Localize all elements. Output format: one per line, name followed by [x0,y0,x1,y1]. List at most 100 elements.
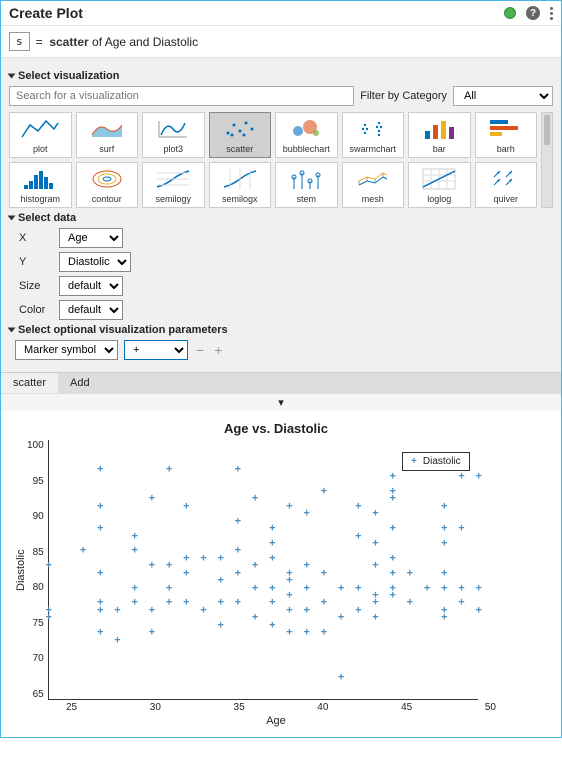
mesh-thumb-icon [345,165,402,193]
data-point: + [338,613,344,624]
data-point: + [269,598,275,609]
add-param-icon[interactable]: + [212,342,224,358]
help-icon[interactable]: ? [526,6,540,20]
collapse-toggle[interactable]: ▾ [1,393,561,411]
plot-thumb-icon [12,115,69,143]
viz-item-semilogy[interactable]: semilogy [142,162,205,208]
viz-item-bubblechart[interactable]: bubblechart [275,112,338,158]
data-point: + [407,598,413,609]
data-point: + [183,501,189,512]
disclosure-triangle-icon [8,328,16,333]
viz-item-histogram[interactable]: histogram [9,162,72,208]
status-indicator-icon [504,7,516,19]
data-point: + [269,539,275,550]
data-point: + [389,487,395,498]
data-point: + [97,524,103,535]
x-select[interactable]: Age [59,228,123,248]
disclosure-triangle-icon [8,216,16,221]
data-point: + [389,472,395,483]
tab-scatter[interactable]: scatter [1,373,58,393]
opt-param-name-select[interactable]: Marker symbol [15,340,118,360]
viz-item-stem[interactable]: stem [275,162,338,208]
data-point: + [97,501,103,512]
data-point: + [166,561,172,572]
data-point: + [80,546,86,557]
data-point: + [217,598,223,609]
data-point: + [269,620,275,631]
remove-param-icon[interactable]: − [194,342,206,358]
data-point: + [286,501,292,512]
viz-item-surf[interactable]: surf [76,112,139,158]
data-point: + [303,561,309,572]
data-point: + [441,613,447,624]
color-select[interactable]: default [59,300,123,320]
viz-item-swarmchart[interactable]: swarmchart [342,112,405,158]
viz-item-label: bubblechart [283,144,330,154]
data-point: + [441,539,447,550]
viz-item-loglog[interactable]: loglog [408,162,471,208]
viz-item-label: swarmchart [349,144,396,154]
y-select[interactable]: Diastolic [59,252,131,272]
data-point: + [252,561,258,572]
data-point: + [149,628,155,639]
section-select-data[interactable]: Select data [9,212,553,224]
contour-thumb-icon [79,165,136,193]
viz-scrollbar[interactable] [541,112,553,208]
data-point: + [235,546,241,557]
data-point: + [407,568,413,579]
data-point: + [389,591,395,602]
plot3-thumb-icon [145,115,202,143]
data-point: + [269,553,275,564]
data-point: + [475,583,481,594]
kebab-menu-icon[interactable] [550,7,553,20]
viz-item-scatter[interactable]: scatter [209,112,272,158]
tab-add[interactable]: Add [58,373,102,393]
viz-item-plot3[interactable]: plot3 [142,112,205,158]
data-point: + [355,605,361,616]
viz-item-semilogx[interactable]: semilogx [209,162,272,208]
size-select[interactable]: default [59,276,123,296]
data-point: + [286,628,292,639]
viz-item-contour[interactable]: contour [76,162,139,208]
viz-item-barh[interactable]: barh [475,112,538,158]
data-point: + [97,464,103,475]
output-var[interactable]: s [9,32,30,51]
section-optional-params[interactable]: Select optional visualization parameters [9,324,553,336]
data-point: + [321,487,327,498]
x-label: X [19,232,49,244]
data-point: + [149,605,155,616]
barh-thumb-icon [478,115,535,143]
data-point: + [252,583,258,594]
data-point: + [45,561,51,572]
data-point: + [355,531,361,542]
data-point: + [458,583,464,594]
search-input[interactable] [9,86,354,106]
viz-item-mesh[interactable]: mesh [342,162,405,208]
data-point: + [389,568,395,579]
viz-item-label: stem [296,194,316,204]
legend-marker-icon: + [411,456,417,467]
data-point: + [149,494,155,505]
category-select[interactable]: All [453,86,553,106]
data-point: + [97,568,103,579]
viz-item-quiver[interactable]: quiver [475,162,538,208]
data-point: + [131,583,137,594]
plot-tabs: scatter Add [1,372,561,393]
viz-item-label: loglog [427,194,451,204]
data-point: + [321,598,327,609]
data-point: + [441,583,447,594]
viz-item-label: barh [497,144,515,154]
data-point: + [235,516,241,527]
color-label: Color [19,304,49,316]
plot-canvas: + Diastolic ++++++++++++++++++++++++++++… [48,440,478,700]
viz-item-plot[interactable]: plot [9,112,72,158]
section-select-visualization[interactable]: Select visualization [9,70,553,82]
data-point: + [458,524,464,535]
data-point: + [114,605,120,616]
viz-item-bar[interactable]: bar [408,112,471,158]
data-point: + [149,561,155,572]
data-point: + [269,583,275,594]
opt-param-value-select[interactable]: + [124,340,188,360]
data-point: + [372,539,378,550]
x-axis-label: Age [11,715,541,727]
